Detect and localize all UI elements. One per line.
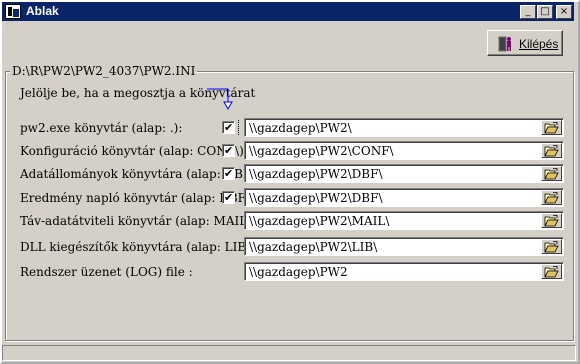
path-value: \\gazdagep\PW2\LIB\	[249, 240, 378, 254]
browse-button[interactable]	[541, 239, 562, 254]
folder-open-icon	[544, 122, 559, 134]
check-mark-icon: ✔	[224, 144, 234, 157]
browse-button[interactable]	[541, 143, 562, 158]
path-input[interactable]: \\gazdagep\PW2	[244, 262, 564, 281]
path-input[interactable]: \\gazdagep\PW2\MAIL\	[244, 211, 564, 230]
share-checkbox[interactable]: ✔	[222, 167, 235, 180]
row-label: Konfiguráció könyvtár (alap: CONF\):	[20, 144, 248, 158]
close-button[interactable]: ×	[556, 5, 572, 19]
folder-open-icon	[544, 215, 559, 227]
browse-button[interactable]	[541, 190, 562, 205]
window-title: Ablak	[26, 4, 59, 18]
group-title: D:\R\PW2\PW2_4037\PW2.INI	[10, 64, 198, 78]
path-value: \\gazdagep\PW2\CONF\	[249, 144, 394, 158]
hint-arrow-icon	[207, 88, 233, 111]
browse-button[interactable]	[541, 166, 562, 181]
browse-button[interactable]	[541, 213, 562, 228]
exit-button[interactable]: Kilépés	[487, 30, 563, 56]
browse-button[interactable]	[541, 264, 562, 279]
path-input[interactable]: \\gazdagep\PW2\CONF\	[244, 141, 564, 160]
check-mark-icon: ✔	[224, 121, 234, 134]
path-input[interactable]: \\gazdagep\PW2\	[244, 118, 564, 137]
maximize-button[interactable]: □	[537, 5, 553, 19]
share-checkbox[interactable]: ✔	[222, 191, 235, 204]
folder-open-icon	[544, 168, 559, 180]
title-bar[interactable]: Ablak _ □ ×	[2, 2, 574, 21]
focus-indicator	[238, 120, 239, 135]
row-label: Rendszer üzenet (LOG) file :	[20, 265, 193, 279]
check-mark-icon: ✔	[224, 167, 234, 180]
folder-open-icon	[544, 145, 559, 157]
row-label: Táv-adatátviteli könyvtár (alap: MAIL\):	[20, 214, 260, 228]
path-value: \\gazdagep\PW2\DBF\	[249, 167, 383, 181]
folder-open-icon	[544, 192, 559, 204]
path-input[interactable]: \\gazdagep\PW2\DBF\	[244, 188, 564, 207]
exit-button-label: Kilépés	[519, 37, 559, 51]
path-value: \\gazdagep\PW2	[249, 265, 348, 279]
browse-button[interactable]	[541, 120, 562, 135]
exit-person-icon	[498, 36, 511, 52]
check-mark-icon: ✔	[224, 191, 234, 204]
folder-open-icon	[544, 241, 559, 253]
row-label: DLL kiegészítők könyvtára (alap: LIB\):	[20, 240, 259, 254]
path-value: \\gazdagep\PW2\MAIL\	[249, 214, 390, 228]
path-input[interactable]: \\gazdagep\PW2\DBF\	[244, 164, 564, 183]
row-label: pw2.exe könyvtár (alap: .):	[20, 121, 183, 135]
path-value: \\gazdagep\PW2\DBF\	[249, 191, 383, 205]
path-input[interactable]: \\gazdagep\PW2\LIB\	[244, 237, 564, 256]
share-checkbox[interactable]: ✔	[222, 144, 235, 157]
path-value: \\gazdagep\PW2\	[249, 121, 352, 135]
minimize-button[interactable]: _	[520, 5, 536, 19]
status-bar	[2, 345, 576, 361]
folder-open-icon	[544, 266, 559, 278]
app-icon[interactable]	[5, 4, 21, 19]
share-checkbox[interactable]: ✔	[222, 121, 235, 134]
